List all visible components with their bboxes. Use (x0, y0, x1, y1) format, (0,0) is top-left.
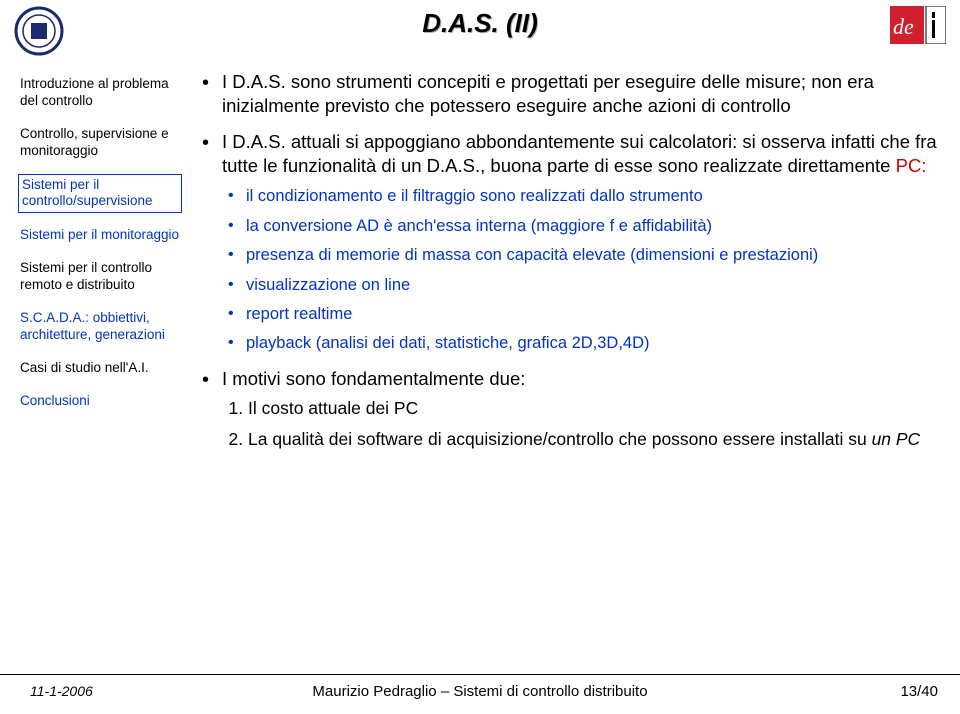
num-2-it: un PC (872, 429, 921, 449)
sidebar-item-conclusioni: Conclusioni (18, 391, 182, 412)
slide-title: D.A.S. (II) (0, 8, 960, 39)
sub-6: playback (analisi dei dati, statistiche,… (222, 333, 942, 354)
sidebar-outline: Introduzione al problema del controllo C… (0, 70, 190, 670)
footer-page-number: 13/40 (900, 683, 938, 700)
sidebar-item-scada: S.C.A.D.A.: obbiettivi, architetture, ge… (18, 308, 182, 346)
bullet-2-text: I D.A.S. attuali si appoggiano abbondant… (222, 131, 937, 176)
sub-4: visualizzazione on line (222, 275, 942, 296)
num-1: Il costo attuale dei PC (248, 397, 942, 420)
bullet-3: I motivi sono fondamentalmente due: Il c… (198, 367, 942, 451)
bullet-1-text: I D.A.S. sono strumenti concepiti e prog… (222, 71, 874, 116)
sidebar-item-sistemi-monitoraggio: Sistemi per il monitoraggio (18, 225, 182, 246)
bullet-2-pc: PC: (896, 155, 927, 176)
sub-2: la conversione AD è anch'essa interna (m… (222, 216, 942, 237)
header: D.A.S. (II) de (0, 0, 960, 60)
bullet-2: I D.A.S. attuali si appoggiano abbondant… (198, 130, 942, 355)
svg-text:de: de (893, 14, 914, 39)
bullet-3-text: I motivi sono fondamentalmente due: (222, 368, 525, 389)
num-2-text: La qualità dei software di acquisizione/… (248, 429, 872, 449)
logo-dei-icon: de (890, 6, 946, 44)
sidebar-item-casi-studio: Casi di studio nell'A.I. (18, 358, 182, 379)
sidebar-item-sistemi-controllo-supervisione: Sistemi per il controllo/supervisione (18, 174, 182, 214)
footer-author: Maurizio Pedraglio – Sistemi di controll… (0, 683, 960, 700)
sub-5: report realtime (222, 304, 942, 325)
bullet-1: I D.A.S. sono strumenti concepiti e prog… (198, 70, 942, 118)
sub-3: presenza di memorie di massa con capacit… (222, 245, 942, 266)
footer: 11-1-2006 Maurizio Pedraglio – Sistemi d… (0, 674, 960, 714)
sidebar-item-intro: Introduzione al problema del controllo (18, 74, 182, 112)
sub-1: il condizionamento e il filtraggio sono … (222, 186, 942, 207)
slide-body: Introduzione al problema del controllo C… (0, 70, 960, 670)
sidebar-item-controllo: Controllo, supervisione e monitoraggio (18, 124, 182, 162)
sidebar-item-sistemi-remoto: Sistemi per il controllo remoto e distri… (18, 258, 182, 296)
num-2: La qualità dei software di acquisizione/… (248, 428, 942, 451)
slide-content: I D.A.S. sono strumenti concepiti e prog… (190, 70, 960, 670)
slide: D.A.S. (II) de Introduzione al problema … (0, 0, 960, 714)
